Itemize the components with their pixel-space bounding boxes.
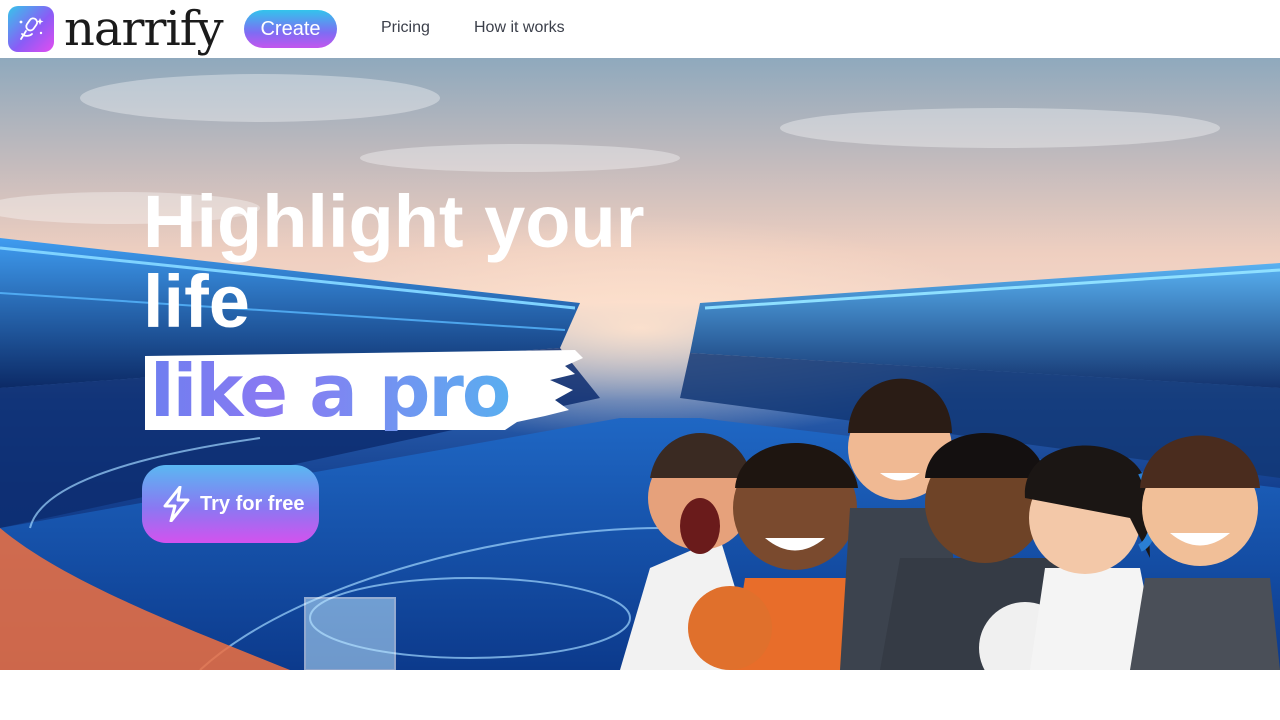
try-for-free-label: Try for free <box>200 492 305 515</box>
basketball-backboard <box>304 597 396 670</box>
try-for-free-button[interactable]: Try for free <box>142 465 319 543</box>
nav-link-pricing[interactable]: Pricing <box>381 19 430 37</box>
hero-headline: Highlight your life <box>143 180 645 343</box>
lightning-bolt-icon <box>163 486 190 522</box>
page-bottom-area <box>0 670 1280 720</box>
create-button[interactable]: Create <box>244 10 337 48</box>
brand-name: narrify <box>64 1 224 57</box>
hero-highlight-text: like a pro <box>150 346 511 436</box>
nav-link-how-it-works[interactable]: How it works <box>474 19 565 37</box>
hero-section: Highlight your life like a pro Try for f… <box>0 58 1280 670</box>
brand-logo[interactable]: narrify <box>8 1 224 57</box>
basketball <box>688 586 772 670</box>
top-navigation-bar: narrify Create Pricing How it works <box>0 0 1280 58</box>
microphone-sparkle-icon <box>8 6 54 52</box>
